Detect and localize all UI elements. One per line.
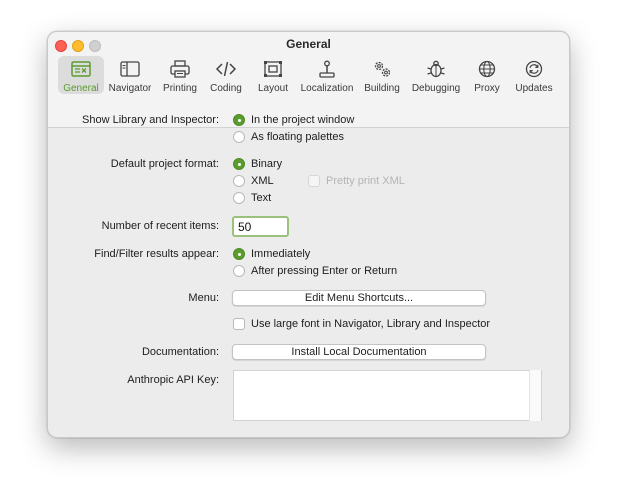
- radio-label: Immediately: [251, 248, 311, 260]
- tab-localization[interactable]: Localization: [298, 56, 356, 94]
- window-title: General: [286, 37, 331, 51]
- radio-indicator: [233, 114, 245, 126]
- checkbox-indicator: [308, 175, 320, 187]
- checkbox-label: Pretty print XML: [326, 175, 405, 187]
- tab-layout-label: Layout: [257, 83, 289, 94]
- radio-after-enter[interactable]: After pressing Enter or Return: [233, 265, 397, 277]
- tab-updates-label: Updates: [515, 83, 553, 94]
- tab-debugging-label: Debugging: [411, 83, 461, 94]
- tab-proxy[interactable]: Proxy: [464, 56, 510, 94]
- preferences-window: General General Navigator Printing Codin…: [47, 31, 570, 438]
- checkbox-label: Use large font in Navigator, Library and…: [251, 318, 491, 330]
- tab-building-label: Building: [364, 83, 400, 94]
- radio-xml[interactable]: XML: [233, 175, 274, 187]
- radio-binary[interactable]: Binary: [233, 158, 282, 170]
- library-label: Show Library and Inspector:: [82, 114, 219, 126]
- tab-updates[interactable]: Updates: [510, 56, 558, 94]
- settings-pane: Show Library and Inspector: In the proje…: [48, 102, 569, 437]
- find-filter-label: Find/Filter results appear:: [94, 248, 219, 260]
- tab-navigator-label: Navigator: [108, 83, 152, 94]
- large-font-checkbox[interactable]: Use large font in Navigator, Library and…: [233, 318, 490, 330]
- radio-immediately[interactable]: Immediately: [233, 248, 310, 260]
- menu-label: Menu:: [188, 292, 219, 304]
- radio-label: As floating palettes: [251, 131, 344, 143]
- api-key-textarea[interactable]: [233, 370, 542, 421]
- checkbox-indicator: [233, 318, 245, 330]
- radio-indicator: [233, 248, 245, 260]
- api-key-label: Anthropic API Key:: [127, 374, 219, 386]
- code-icon: [215, 59, 237, 82]
- preferences-toolbar: General Navigator Printing Coding Layout…: [58, 56, 558, 94]
- tab-localization-label: Localization: [300, 83, 354, 94]
- pretty-print-checkbox[interactable]: Pretty print XML: [308, 175, 405, 187]
- tab-proxy-label: Proxy: [474, 83, 500, 94]
- tab-layout[interactable]: Layout: [248, 56, 298, 94]
- layout-icon: [262, 59, 284, 82]
- printer-icon: [169, 59, 191, 82]
- radio-indicator: [233, 158, 245, 170]
- edit-menu-shortcuts-button[interactable]: Edit Menu Shortcuts...: [232, 290, 486, 306]
- radio-label: XML: [251, 175, 274, 187]
- radio-indicator: [233, 175, 245, 187]
- radio-label: After pressing Enter or Return: [251, 265, 398, 277]
- bug-icon: [425, 59, 447, 82]
- tab-printing-label: Printing: [163, 83, 197, 94]
- tab-debugging[interactable]: Debugging: [408, 56, 464, 94]
- radio-floating-palettes[interactable]: As floating palettes: [233, 131, 344, 143]
- radio-label: Binary: [251, 158, 283, 170]
- recent-items-field[interactable]: [232, 216, 289, 237]
- navigator-icon: [119, 59, 141, 82]
- radio-indicator: [233, 265, 245, 277]
- documentation-label: Documentation:: [141, 346, 219, 358]
- radio-label: In the project window: [251, 114, 355, 126]
- refresh-icon: [523, 59, 545, 82]
- joystick-icon: [316, 59, 338, 82]
- tab-coding-label: Coding: [210, 83, 242, 94]
- recent-items-label: Number of recent items:: [101, 220, 219, 232]
- tab-coding[interactable]: Coding: [204, 56, 248, 94]
- tab-printing[interactable]: Printing: [156, 56, 204, 94]
- format-label: Default project format:: [110, 158, 219, 170]
- textarea-scrollbar[interactable]: [529, 370, 541, 421]
- radio-project-window[interactable]: In the project window: [233, 114, 354, 126]
- general-icon: [70, 59, 92, 82]
- install-documentation-button[interactable]: Install Local Documentation: [232, 344, 486, 360]
- tab-general-label: General: [63, 83, 99, 94]
- gears-icon: [371, 59, 393, 82]
- radio-label: Text: [251, 192, 272, 204]
- tab-navigator[interactable]: Navigator: [104, 56, 156, 94]
- radio-text[interactable]: Text: [233, 192, 271, 204]
- globe-icon: [476, 59, 498, 82]
- radio-indicator: [233, 131, 245, 143]
- tab-general[interactable]: General: [58, 56, 104, 94]
- tab-building[interactable]: Building: [356, 56, 408, 94]
- radio-indicator: [233, 192, 245, 204]
